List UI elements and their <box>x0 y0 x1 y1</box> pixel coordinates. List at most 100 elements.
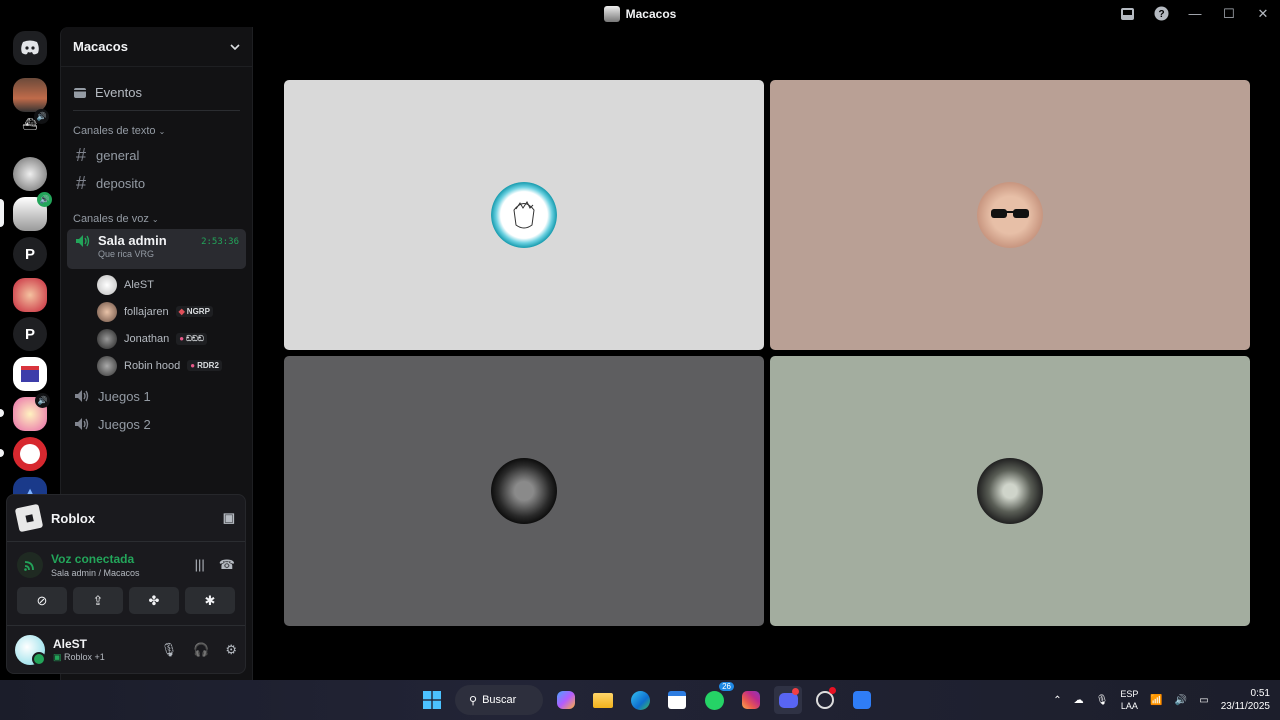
whatsapp-icon[interactable]: 26 <box>700 682 734 714</box>
minimize-button[interactable]: — <box>1178 0 1212 27</box>
server-cartoon[interactable]: 🔊 <box>13 393 50 431</box>
server-p-1[interactable]: P <box>13 237 47 271</box>
instagram-icon[interactable] <box>737 686 765 714</box>
server-red-mascot[interactable] <box>13 437 47 471</box>
windows-start-icon[interactable] <box>418 686 446 714</box>
inbox-icon[interactable] <box>1110 0 1144 27</box>
server-voice-boat[interactable]: ⛴ 🔊 <box>13 109 49 135</box>
server-name: Macacos <box>73 39 128 54</box>
screen-share-button[interactable]: ⇪ <box>73 587 123 614</box>
server-gray-face[interactable] <box>13 157 47 191</box>
voice-location[interactable]: Sala admin / Macacos <box>51 568 140 578</box>
stream-game-icon[interactable]: ▣ <box>223 510 235 526</box>
gem-icon: ◆ <box>178 307 185 316</box>
edge-icon[interactable] <box>626 686 654 714</box>
microphone-icon[interactable]: 🎙 <box>1096 695 1109 706</box>
video-tile[interactable] <box>284 80 764 350</box>
roblox-taskbar-icon[interactable] <box>848 686 876 714</box>
volume-icon[interactable]: 🔊 <box>1175 695 1187 706</box>
avatar <box>97 274 117 295</box>
steam-icon[interactable] <box>811 686 839 714</box>
avatar <box>977 182 1043 248</box>
maximize-button[interactable]: ☐ <box>1212 0 1246 27</box>
selected-server-pill <box>0 199 4 227</box>
user-status: ▣ Roblox +1 <box>53 651 105 662</box>
speaker-icon <box>75 390 89 402</box>
unread-pill <box>0 449 4 457</box>
text-channel-deposito[interactable]: # deposito <box>69 169 244 197</box>
text-category[interactable]: Canales de texto ⌄ <box>73 125 252 137</box>
wifi-icon[interactable]: 📶 <box>1150 695 1162 706</box>
server-sunset[interactable] <box>13 78 47 112</box>
chevron-down-icon: ⌄ <box>151 214 159 224</box>
close-button[interactable]: ✕ <box>1246 0 1280 27</box>
clock[interactable]: 0:51 23/11/2025 <box>1221 687 1270 713</box>
roblox-icon <box>14 503 44 533</box>
server-anime-red[interactable] <box>13 278 47 312</box>
voice-category[interactable]: Canales de voz ⌄ <box>73 213 252 225</box>
speaker-icon <box>76 234 90 247</box>
gamepad-icon: ▣ <box>53 651 62 662</box>
guild-tag: ● ඞඞඞ <box>176 332 207 345</box>
voice-member[interactable]: AleST <box>61 271 252 298</box>
discord-window: Macacos ? — ☐ ✕ ⛴ 🔊 🔊 P P 🔊 ▲ Macacos Ev… <box>0 0 1280 680</box>
discord-taskbar-icon[interactable] <box>774 686 802 714</box>
camera-off-button[interactable]: ⊘ <box>17 587 67 614</box>
voice-member[interactable]: Jonathan ● ඞඞඞ <box>61 325 252 352</box>
speaker-icon: 🔊 <box>34 109 49 124</box>
soundboard-button[interactable]: ✱ <box>185 587 235 614</box>
activity-name: Roblox <box>51 510 96 526</box>
mascot-icon <box>20 444 40 464</box>
notification-dot <box>829 687 836 694</box>
speaker-icon: 🔊 <box>35 393 50 408</box>
headphones-icon[interactable]: 🎧 <box>193 642 209 658</box>
camera-off-icon: ⊘ <box>36 592 48 608</box>
avatar <box>977 458 1043 524</box>
activities-button[interactable]: ✤ <box>129 587 179 614</box>
system-tray: ⌃ ☁ 🎙 ESP LAA 📶 🔊 ▭ 0:51 23/11/2025 <box>1053 680 1270 720</box>
microphone-icon[interactable]: 🎙 <box>161 642 178 658</box>
voice-actions: ⊘ ⇪ ✤ ✱ <box>7 587 245 614</box>
video-tile[interactable] <box>770 80 1250 350</box>
voice-channel-juegos-1[interactable]: Juegos 1 <box>69 382 244 410</box>
discord-home-button[interactable] <box>13 31 47 65</box>
video-tile[interactable] <box>284 356 764 626</box>
calendar-icon <box>74 88 86 98</box>
voice-member[interactable]: follajaren ◆ NGRP <box>61 298 252 325</box>
voice-channel-sala-admin[interactable]: Sala admin 2:53:36 Que rica VRG <box>67 229 246 269</box>
language-indicator[interactable]: ESP LAA <box>1120 688 1138 712</box>
server-blue-box[interactable] <box>13 357 47 391</box>
signal-icon[interactable] <box>17 551 43 578</box>
file-explorer-icon[interactable] <box>589 686 617 714</box>
chevron-up-icon[interactable]: ⌃ <box>1053 695 1061 706</box>
help-icon[interactable]: ? <box>1144 0 1178 27</box>
server-header[interactable]: Macacos <box>61 27 252 67</box>
voice-member[interactable]: Robin hood ● RDR2 <box>61 352 252 379</box>
speaker-icon <box>75 418 89 430</box>
avatar <box>97 301 117 322</box>
username[interactable]: AleST <box>53 637 105 651</box>
noise-suppression-icon[interactable]: ||| <box>195 557 205 573</box>
gear-icon[interactable]: ⚙ <box>225 642 237 658</box>
call-timer: 2:53:36 <box>201 237 239 247</box>
activity-bar: Roblox ▣ <box>7 495 245 542</box>
skull-icon: ● <box>190 361 196 370</box>
events-link[interactable]: Eventos <box>73 75 240 111</box>
guild-tag: ● RDR2 <box>187 360 222 371</box>
avatar[interactable] <box>15 634 46 666</box>
video-tile[interactable] <box>770 356 1250 626</box>
disconnect-icon[interactable]: ☎ <box>219 557 235 573</box>
text-channel-general[interactable]: # general <box>69 141 244 169</box>
store-icon[interactable] <box>663 686 691 714</box>
server-macacos[interactable]: 🔊 <box>13 192 52 231</box>
server-p-2[interactable]: P <box>13 317 47 351</box>
onedrive-icon[interactable]: ☁ <box>1074 695 1084 706</box>
taskbar-search[interactable]: ⚲ Buscar <box>455 685 543 715</box>
copilot-icon[interactable] <box>552 686 580 714</box>
window-title-text: Macacos <box>625 6 677 21</box>
unread-pill <box>0 409 4 417</box>
voice-channel-juegos-2[interactable]: Juegos 2 <box>69 410 244 438</box>
battery-icon[interactable]: ▭ <box>1199 695 1208 706</box>
title-bar: Macacos ? — ☐ ✕ <box>0 0 1280 27</box>
screen-share-icon: ⇪ <box>92 592 104 608</box>
